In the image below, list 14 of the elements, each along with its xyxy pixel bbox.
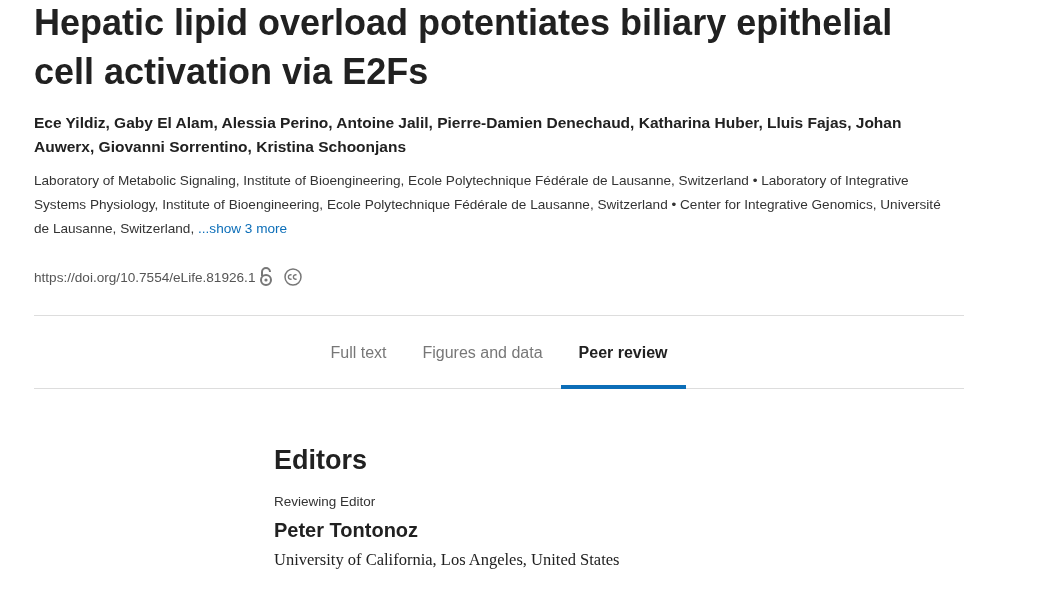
article-title: Hepatic lipid overload potentiates biliary epithelial cell activation via E2Fs <box>34 1 894 94</box>
show-more-link[interactable]: ...show 3 more <box>198 221 288 236</box>
tab[interactable]: Figures and data <box>404 316 561 389</box>
tab[interactable]: Full text <box>312 316 405 389</box>
author-list: Ece Yildiz, Gaby El Alam, Alessia Perino, Antoine Jalil, Pierre-Damien Denechaud, Katharina Huber, Lluis Fajas, Johan Auwerx, Giovanni Sorrentino, Kristina Schoonjans <box>34 111 934 159</box>
affiliations: Laboratory of Metabolic Signaling, Institute of Bioengineering, Ecole Polytechnique Fédérale de Lausanne, Switzerland • Laboratory of Integrative Systems Physiology, Institute of Bioengineering, Ecole Polytechnique Fédérale de Lausanne, Switzerland • Center for Integrative Genomics, Université de Lausanne, Switzerland, ...show 3 more <box>34 172 942 238</box>
editor-name: Peter Tontonoz <box>274 519 420 542</box>
creative-commons-icon <box>283 267 304 287</box>
editor-role: Reviewing Editor <box>274 494 377 509</box>
doi-link[interactable]: https://doi.org/10.7554/eLife.81926.1 <box>34 269 256 285</box>
open-access-icon <box>259 267 274 287</box>
editor-affiliation: University of California, Los Angeles, United States <box>274 550 621 570</box>
tab[interactable]: Peer review <box>560 316 686 389</box>
section-heading: Editors <box>274 445 368 476</box>
